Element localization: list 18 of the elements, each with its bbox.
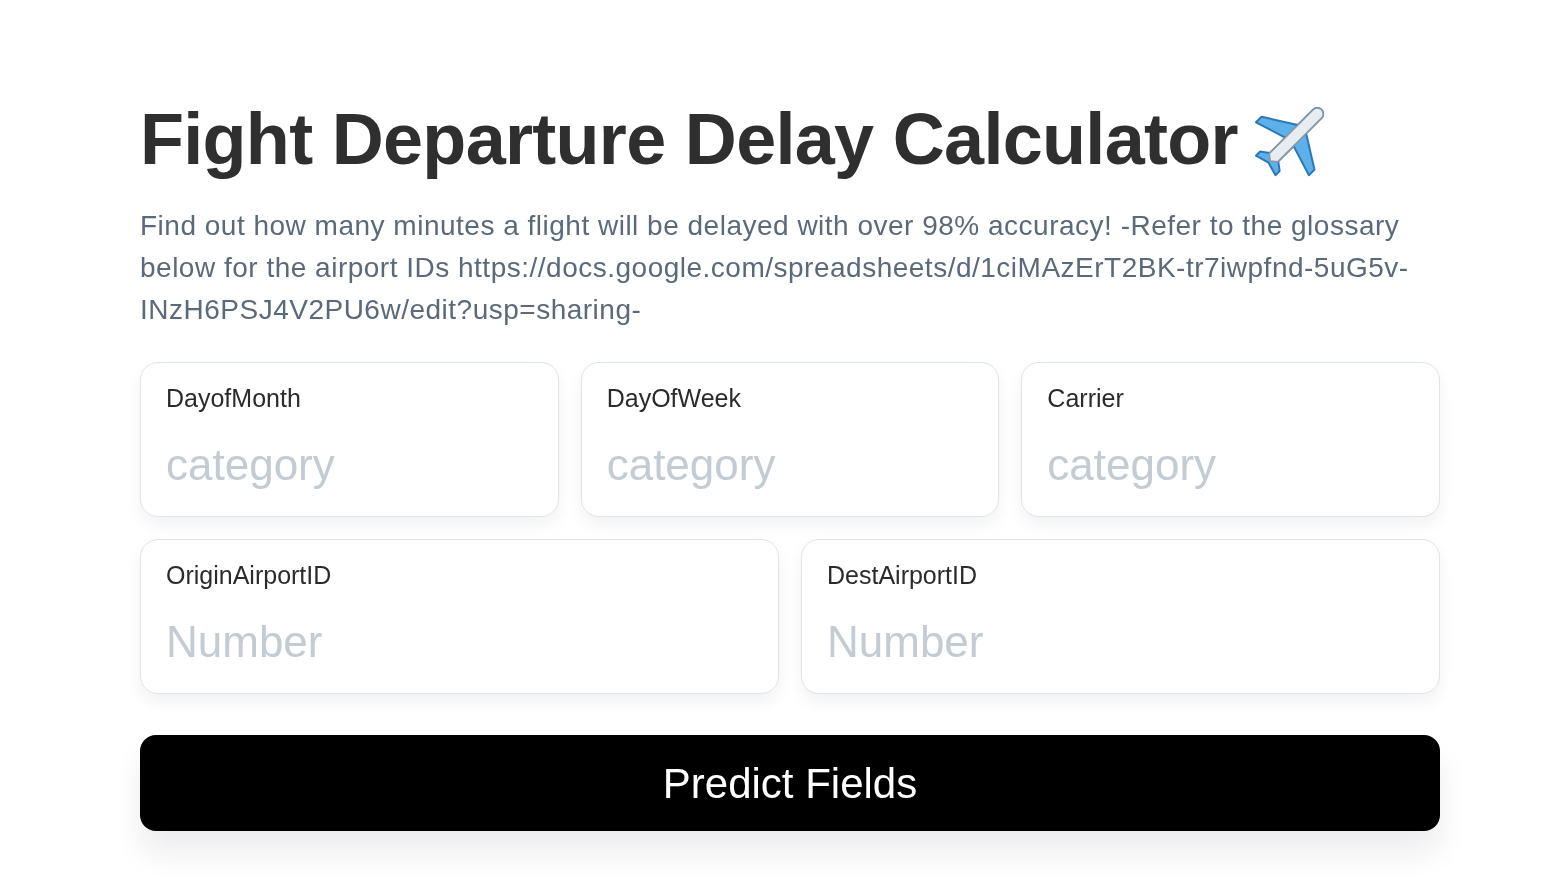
form-field[interactable]: DayOfWeek category — [580, 362, 1000, 517]
form-field[interactable]: DayofMonth category — [140, 362, 559, 517]
input-field[interactable]: category — [606, 437, 974, 493]
input-field[interactable]: category — [166, 437, 533, 493]
form-field[interactable]: DestAirportID Number — [801, 539, 1440, 694]
input-field[interactable]: Number — [166, 614, 753, 670]
page-title: Fight Departure Delay Calculator — [140, 98, 1238, 181]
field-label: Carrier — [1047, 383, 1124, 413]
form-field[interactable]: Carrier category — [1021, 362, 1440, 517]
predict-button[interactable]: Predict Fields — [140, 735, 1440, 831]
field-label: OriginAirportID — [166, 560, 332, 590]
form-field[interactable]: OriginAirportID Number — [140, 539, 779, 694]
input-field[interactable]: Number — [827, 614, 1414, 670]
field-label: DayofMonth — [166, 383, 301, 413]
field-label: DayOfWeek — [606, 383, 741, 413]
description-text: Find out how many minutes a flight will be delayed with over 98% accuracy! -Refer to the glossary below for the airport IDs https://docs.google.com/spreadsheets/d/1ciMAzErT2BK-tr7iwpfnd-5uG5v-INzH6PSJ4V2PU6w/edit?usp=sharing- — [140, 209, 1410, 327]
field-label: DestAirportID — [827, 560, 978, 590]
input-field[interactable]: category — [1047, 437, 1414, 493]
